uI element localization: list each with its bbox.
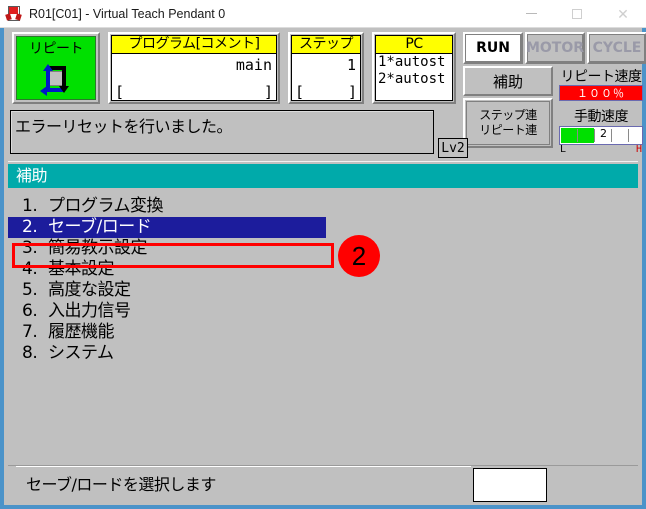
menu-item-save-load[interactable]: 2. セーブ/ロード	[8, 217, 326, 238]
menu-item-label: 履歴機能	[48, 322, 115, 342]
menu-item-label: 基本設定	[48, 259, 115, 279]
menu-item-history-function[interactable]: 7. 履歴機能	[8, 322, 638, 343]
step-panel-value: 1	[346, 56, 356, 74]
window-title: R01[C01] - Virtual Teach Pendant 0	[29, 6, 226, 21]
step-panel[interactable]: ステップ 1 [ ]	[288, 32, 364, 104]
pc-panel-line-2: 2*autost	[378, 71, 446, 87]
motor-button-label: MOTOR	[526, 34, 584, 62]
virtual-teach-pendant-window: R01[C01] - Virtual Teach Pendant 0 ✕ リピー…	[0, 0, 646, 509]
menu-item-number: 5.	[22, 280, 38, 300]
menu-item-number: 7.	[22, 322, 38, 342]
message-text: エラーリセットを行いました。	[15, 117, 233, 136]
minimize-icon	[525, 13, 537, 14]
repeat-speed-value: １００％	[560, 86, 642, 100]
menu-item-io-signals[interactable]: 6. 入出力信号	[8, 301, 638, 322]
program-panel-header: プログラム[コメント]	[112, 36, 276, 54]
window-body: リピート プログラム[コメント] main [] ステップ 1 [] PC …	[0, 28, 646, 509]
bottom-status-bar: セーブ/ロードを選択します	[8, 465, 638, 505]
menu-item-number: 1.	[22, 196, 38, 216]
menu-item-label: プログラム変換	[48, 196, 164, 216]
repeat-speed-meter[interactable]: １００％	[559, 85, 643, 101]
menu-item-number: 8.	[22, 343, 38, 363]
mode-tile-repeat[interactable]: リピート	[12, 32, 100, 104]
menu-item-label: 入出力信号	[48, 301, 131, 321]
program-bracket-right: ]	[263, 83, 273, 101]
menu-item-label: セーブ/ロード	[48, 217, 152, 237]
cycle-button-label: CYCLE	[589, 34, 645, 62]
menu-item-number: 2.	[22, 217, 38, 237]
menu-item-system[interactable]: 8. システム	[8, 343, 638, 364]
mode-tile-label: リピート	[29, 41, 84, 57]
repeat-speed-label: リピート速度	[560, 69, 643, 85]
menu-list: 1. プログラム変換 2. セーブ/ロード 3. 簡易教示設定 4. 基本設定 5. 高度…	[8, 196, 638, 364]
pc-panel-header: PC	[376, 36, 452, 54]
message-bar: エラーリセットを行いました。	[10, 110, 434, 154]
pc-panel[interactable]: PC 1*autost 2*autost	[372, 32, 456, 104]
menu-item-label: システム	[48, 343, 114, 363]
menu-item-label: 簡易教示設定	[48, 238, 148, 258]
menu-item-program-conversion[interactable]: 1. プログラム変換	[8, 196, 638, 217]
close-button[interactable]: ✕	[600, 0, 646, 28]
manual-speed-label: 手動速度	[574, 109, 629, 125]
menu-item-advanced-settings[interactable]: 5. 高度な設定	[8, 280, 638, 301]
program-panel[interactable]: プログラム[コメント] main [ ]	[108, 32, 280, 104]
bottom-input-field[interactable]	[473, 468, 547, 502]
minimize-button[interactable]	[508, 0, 554, 28]
run-button[interactable]: RUN	[463, 32, 523, 64]
menu-item-number: 4.	[22, 259, 38, 279]
manual-speed-value: 2	[600, 127, 607, 140]
maximize-icon	[572, 8, 582, 19]
main-content-area: 補助 1. プログラム変換 2. セーブ/ロード 3. 簡易教示設定 4. 基本設定 5…	[8, 161, 638, 465]
manual-speed-high-label: H	[635, 144, 642, 155]
manual-speed-range-labels: L H	[560, 144, 642, 155]
run-button-label: RUN	[465, 34, 521, 62]
continuous-mode-line-1: ステップ連	[479, 108, 537, 122]
menu-item-label: 高度な設定	[48, 280, 131, 300]
title-bar: R01[C01] - Virtual Teach Pendant 0 ✕	[0, 0, 646, 28]
menu-item-number: 6.	[22, 301, 38, 321]
bottom-divider	[16, 466, 471, 467]
menu-item-number: 3.	[22, 238, 38, 258]
menu-item-simple-teach-settings[interactable]: 3. 簡易教示設定	[8, 238, 638, 259]
aux-button-label: 補助	[492, 72, 523, 91]
continuous-mode-button[interactable]: ステップ連 リピート連	[463, 98, 553, 148]
level-badge: Lv2	[438, 138, 468, 158]
annotation-step-badge: 2	[338, 235, 380, 277]
continuous-mode-line-2: リピート連	[479, 123, 537, 137]
step-panel-header: ステップ	[292, 36, 360, 54]
step-bracket-right: ]	[347, 83, 357, 101]
program-bracket-left: [	[115, 83, 125, 101]
aux-button[interactable]: 補助	[463, 66, 553, 96]
menu-item-basic-settings[interactable]: 4. 基本設定	[8, 259, 638, 280]
step-bracket-left: [	[295, 83, 305, 101]
cycle-arrows-icon	[36, 60, 76, 98]
bottom-hint-text: セーブ/ロードを選択します	[26, 475, 216, 494]
window-controls: ✕	[508, 0, 646, 28]
pc-panel-line-1: 1*autost	[378, 54, 446, 70]
cycle-button[interactable]: CYCLE	[587, 32, 646, 64]
maximize-button[interactable]	[554, 0, 600, 28]
status-panel-row: リピート プログラム[コメント] main [] ステップ 1 [] PC …	[4, 28, 646, 161]
manual-speed-low-label: L	[560, 144, 567, 155]
manual-speed-meter[interactable]: 2	[559, 126, 643, 145]
close-icon: ✕	[617, 5, 629, 22]
program-panel-value: main	[235, 56, 272, 74]
section-title: 補助	[8, 164, 638, 188]
app-icon	[5, 5, 23, 23]
motor-button[interactable]: MOTOR	[525, 32, 585, 64]
